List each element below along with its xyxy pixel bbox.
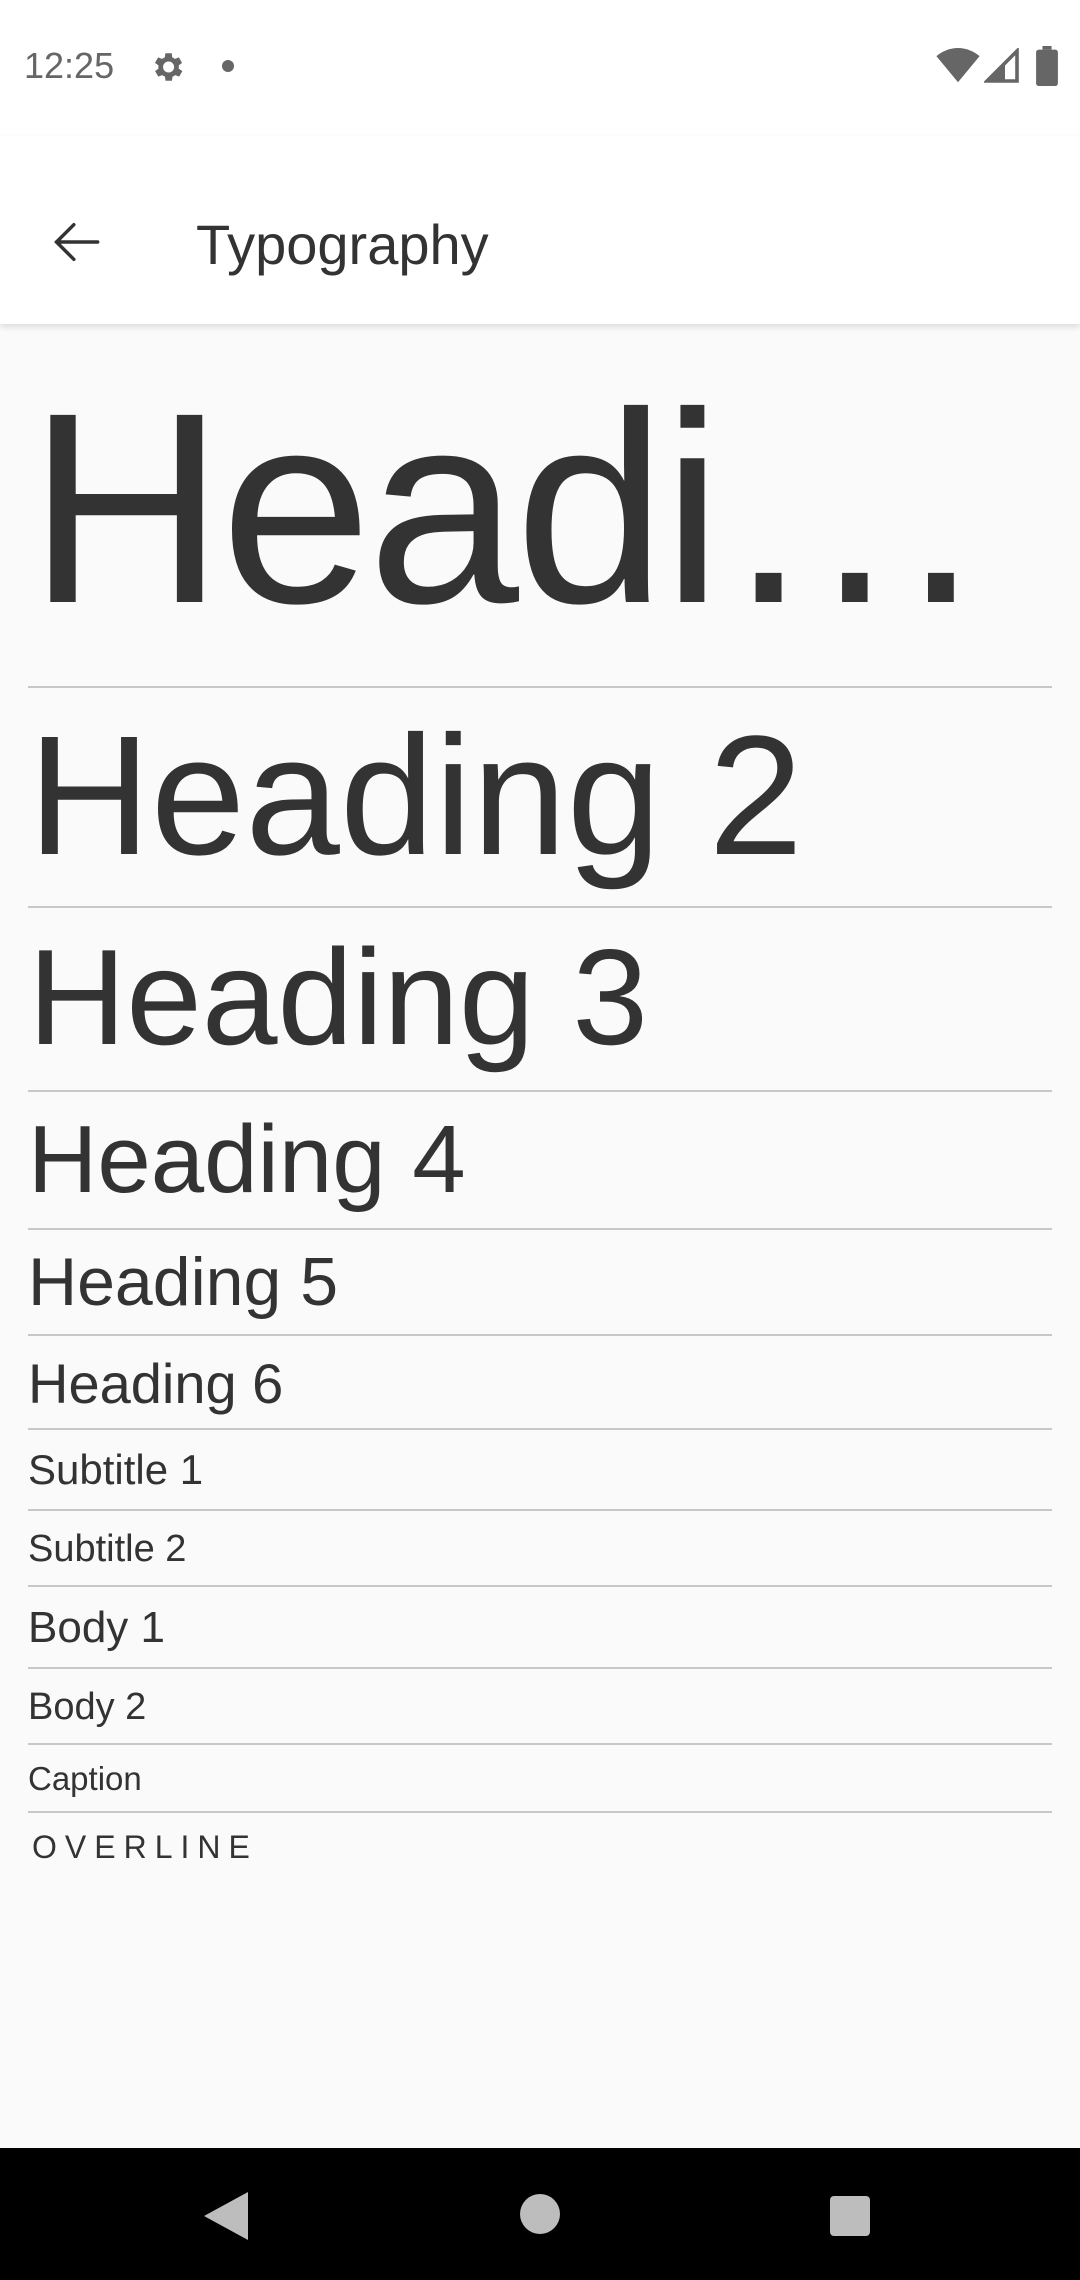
body-1-sample: Body 1 (28, 1587, 1052, 1669)
notification-dot-icon (222, 60, 234, 72)
gear-icon (154, 53, 183, 81)
nav-recents-icon[interactable] (830, 2196, 870, 2236)
heading-5-sample: Heading 5 (28, 1230, 1052, 1336)
overline-sample: OVERLINE (32, 1829, 258, 1865)
battery-icon (1036, 46, 1058, 86)
system-nav-bar (0, 2148, 1080, 2280)
wifi-icon (936, 48, 980, 83)
typography-list: Heading 1 Heading 2 Heading 3 Heading 4 … (28, 330, 1052, 1879)
signal-icon (984, 48, 1019, 83)
arrow-back-icon (54, 222, 100, 262)
status-bar: 12:25 (0, 0, 1080, 136)
heading-3-sample: Heading 3 (28, 908, 1052, 1092)
page-title: Typography (196, 213, 489, 276)
caption-sample: Caption (28, 1745, 1052, 1813)
body-2-sample: Body 2 (28, 1669, 1052, 1745)
heading-6-sample: Heading 6 (28, 1336, 1052, 1430)
heading-1-sample: Heading 1 (28, 330, 1052, 688)
subtitle-2-sample: Subtitle 2 (28, 1511, 1052, 1587)
status-time: 12:25 (24, 45, 115, 86)
nav-home-icon[interactable] (520, 2194, 560, 2234)
back-button[interactable] (36, 202, 116, 282)
nav-back-icon[interactable] (204, 2192, 248, 2240)
heading-2-sample: Heading 2 (28, 688, 1052, 908)
subtitle-1-sample: Subtitle 1 (28, 1430, 1052, 1511)
heading-4-sample: Heading 4 (28, 1092, 1052, 1230)
app-bar: Typography (0, 136, 1080, 324)
